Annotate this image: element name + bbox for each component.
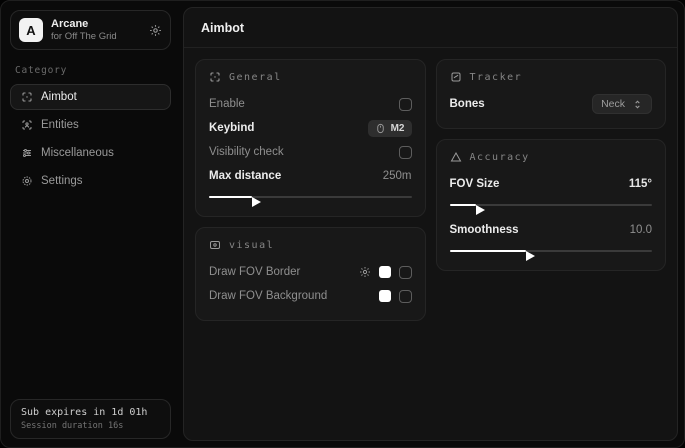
- gear-icon[interactable]: [359, 266, 371, 278]
- sub-expiry-text: Sub expires in 1d 01h: [21, 407, 160, 418]
- logo-card: A Arcane for Off The Grid: [10, 10, 171, 50]
- subscription-card: Sub expires in 1d 01h Session duration 1…: [10, 399, 171, 439]
- slider-fill: [450, 204, 476, 206]
- visibility-check-checkbox[interactable]: [399, 146, 412, 159]
- app-window: A Arcane for Off The Grid Category: [0, 0, 685, 448]
- panel-title: visual: [229, 240, 274, 251]
- accuracy-panel: Accuracy FOV Size 115° Smoothness: [436, 139, 667, 271]
- person-scan-icon: [20, 119, 33, 131]
- app-logo: A: [19, 18, 43, 42]
- smoothness-value: 10.0: [630, 224, 652, 236]
- sidebar-item-miscellaneous[interactable]: Miscellaneous: [10, 140, 171, 166]
- sidebar-item-label: Settings: [41, 175, 83, 187]
- panel-title: General: [229, 72, 282, 83]
- session-duration-text: Session duration 16s: [21, 421, 160, 431]
- fov-size-row: FOV Size 115°: [450, 173, 653, 195]
- draw-fov-border-row: Draw FOV Border: [209, 261, 412, 283]
- max-distance-row: Max distance 250m: [209, 165, 412, 187]
- general-panel: General Enable Keybind: [195, 59, 426, 217]
- sidebar-item-label: Aimbot: [41, 91, 77, 103]
- main-panel: Aimbot General En: [183, 7, 678, 441]
- bones-label: Bones: [450, 98, 485, 110]
- sidebar-item-entities[interactable]: Entities: [10, 112, 171, 138]
- keybind-value: M2: [391, 123, 405, 134]
- visual-panel: visual Draw FOV Border: [195, 227, 426, 321]
- left-column: General Enable Keybind: [195, 59, 426, 321]
- slider-thumb[interactable]: [526, 251, 535, 261]
- bones-selected-value: Neck: [601, 98, 625, 110]
- tracker-panel: Tracker Bones Neck: [436, 59, 667, 129]
- accuracy-panel-header: Accuracy: [450, 151, 653, 163]
- fov-size-value: 115°: [629, 178, 652, 190]
- enable-label: Enable: [209, 98, 245, 110]
- logo-text: Arcane for Off The Grid: [51, 18, 141, 42]
- smoothness-label: Smoothness: [450, 224, 519, 236]
- keybind-row: Keybind M2: [209, 117, 412, 139]
- settings-gear-icon: [20, 175, 33, 187]
- sliders-icon: [20, 147, 33, 159]
- max-distance-slider[interactable]: [209, 191, 412, 203]
- angle-icon: [450, 151, 462, 163]
- draw-fov-background-controls: [379, 290, 412, 303]
- general-panel-header: General: [209, 71, 412, 83]
- main-header: Aimbot: [184, 8, 677, 48]
- slider-thumb[interactable]: [476, 205, 485, 215]
- tracker-panel-header: Tracker: [450, 71, 653, 83]
- slider-fill: [450, 250, 527, 252]
- panel-title: Accuracy: [470, 152, 530, 163]
- draw-fov-border-checkbox[interactable]: [399, 266, 412, 279]
- fov-border-color-swatch[interactable]: [379, 266, 391, 278]
- slider-thumb[interactable]: [252, 197, 261, 207]
- sidebar-nav: Aimbot Entities Miscella: [10, 84, 171, 194]
- bones-select[interactable]: Neck: [592, 94, 652, 114]
- sidebar: A Arcane for Off The Grid Category: [1, 1, 179, 447]
- sidebar-item-aimbot[interactable]: Aimbot: [10, 84, 171, 110]
- app-subtitle: for Off The Grid: [51, 31, 141, 42]
- fov-size-slider[interactable]: [450, 199, 653, 211]
- panel-title: Tracker: [470, 72, 523, 83]
- fov-size-label: FOV Size: [450, 178, 500, 190]
- bones-row: Bones Neck: [450, 93, 653, 115]
- page-title: Aimbot: [201, 21, 244, 35]
- chevron-up-down-icon: [632, 99, 643, 110]
- crosshair-icon: [20, 91, 33, 103]
- max-distance-label: Max distance: [209, 170, 281, 182]
- app-title: Arcane: [51, 18, 141, 30]
- enable-row: Enable: [209, 93, 412, 115]
- right-column: Tracker Bones Neck: [436, 59, 667, 271]
- visibility-check-row: Visibility check: [209, 141, 412, 163]
- smoothness-row: Smoothness 10.0: [450, 219, 653, 241]
- keybind-button[interactable]: M2: [368, 120, 412, 137]
- keybind-label: Keybind: [209, 122, 254, 134]
- visibility-check-label: Visibility check: [209, 146, 284, 158]
- fov-background-color-swatch[interactable]: [379, 290, 391, 302]
- category-label: Category: [15, 65, 171, 76]
- draw-fov-background-row: Draw FOV Background: [209, 285, 412, 307]
- max-distance-value: 250m: [383, 170, 412, 182]
- draw-fov-background-label: Draw FOV Background: [209, 290, 327, 302]
- enable-checkbox[interactable]: [399, 98, 412, 111]
- draw-fov-border-controls: [359, 266, 412, 279]
- draw-fov-border-label: Draw FOV Border: [209, 266, 300, 278]
- draw-fov-background-checkbox[interactable]: [399, 290, 412, 303]
- smoothness-slider[interactable]: [450, 245, 653, 257]
- sidebar-item-label: Miscellaneous: [41, 147, 114, 159]
- sidebar-item-label: Entities: [41, 119, 79, 131]
- gear-icon[interactable]: [149, 24, 162, 37]
- crosshair-icon: [209, 71, 221, 83]
- main-content: General Enable Keybind: [184, 48, 677, 332]
- slider-fill: [209, 196, 252, 198]
- mouse-icon: [375, 123, 386, 134]
- visual-panel-header: visual: [209, 239, 412, 251]
- bone-icon: [450, 71, 462, 83]
- eye-icon: [209, 239, 221, 251]
- sidebar-item-settings[interactable]: Settings: [10, 168, 171, 194]
